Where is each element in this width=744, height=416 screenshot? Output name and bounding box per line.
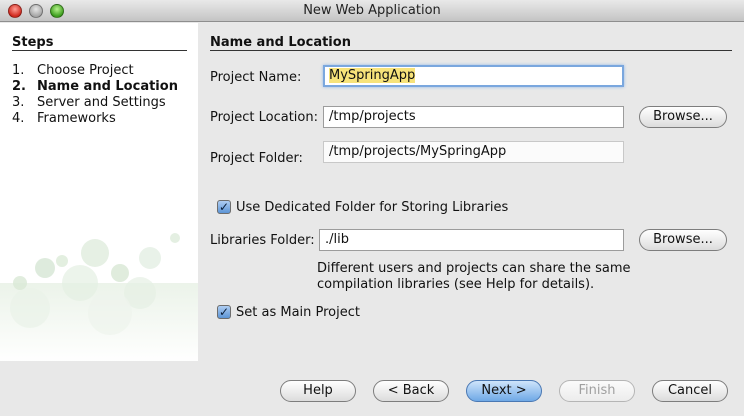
section-title: Name and Location xyxy=(210,35,351,50)
main-project-checkbox[interactable]: ✓ xyxy=(217,305,231,319)
step-number: 4. xyxy=(12,111,25,126)
checkmark-icon: ✓ xyxy=(218,200,230,214)
step-label: Server and Settings xyxy=(37,95,166,110)
main-project-label[interactable]: Set as Main Project xyxy=(236,305,360,320)
next-button[interactable]: Next > xyxy=(466,380,542,402)
libraries-folder-browse-button[interactable]: Browse... xyxy=(639,229,727,251)
steps-divider xyxy=(12,50,187,51)
title-bar: New Web Application xyxy=(0,0,744,22)
project-folder-field: /tmp/projects/MySpringApp xyxy=(323,141,624,163)
project-location-browse-button[interactable]: Browse... xyxy=(639,106,727,128)
libraries-folder-field[interactable]: ./lib xyxy=(319,229,624,251)
cancel-button[interactable]: Cancel xyxy=(652,380,728,402)
step-item-choose-project: 1. Choose Project xyxy=(12,63,178,79)
step-label: Choose Project xyxy=(37,63,134,78)
step-item-name-and-location: 2. Name and Location xyxy=(12,79,178,95)
help-button[interactable]: Help xyxy=(280,380,356,402)
window-title: New Web Application xyxy=(303,3,441,18)
step-number: 3. xyxy=(12,95,25,110)
step-number: 2. xyxy=(12,79,26,94)
project-name-field[interactable]: MySpringApp xyxy=(323,65,624,87)
step-item-frameworks: 4. Frameworks xyxy=(12,111,178,127)
project-name-value: MySpringApp xyxy=(329,68,416,83)
steps-panel: Steps 1. Choose Project 2. Name and Loca… xyxy=(0,23,198,361)
finish-button[interactable]: Finish xyxy=(559,380,635,402)
form-panel: Name and Location Project Name: MySpring… xyxy=(198,23,744,361)
libraries-help-text: Different users and projects can share t… xyxy=(317,261,631,292)
back-button[interactable]: < Back xyxy=(373,380,449,402)
decorative-bubbles-graphic xyxy=(0,233,198,361)
checkmark-icon: ✓ xyxy=(218,305,230,319)
project-folder-label: Project Folder: xyxy=(210,151,303,166)
steps-heading: Steps xyxy=(12,35,54,50)
libraries-folder-label: Libraries Folder: xyxy=(210,233,315,248)
step-label: Frameworks xyxy=(37,111,116,126)
dedicated-folder-label[interactable]: Use Dedicated Folder for Storing Librari… xyxy=(236,200,508,215)
step-item-server-and-settings: 3. Server and Settings xyxy=(12,95,178,111)
step-number: 1. xyxy=(12,63,25,78)
project-location-field[interactable]: /tmp/projects xyxy=(323,106,624,128)
steps-list: 1. Choose Project 2. Name and Location 3… xyxy=(12,63,178,127)
step-label: Name and Location xyxy=(37,79,178,94)
dedicated-folder-checkbox[interactable]: ✓ xyxy=(217,200,231,214)
project-location-label: Project Location: xyxy=(210,110,318,125)
project-name-label: Project Name: xyxy=(210,70,302,85)
section-divider xyxy=(210,50,732,51)
